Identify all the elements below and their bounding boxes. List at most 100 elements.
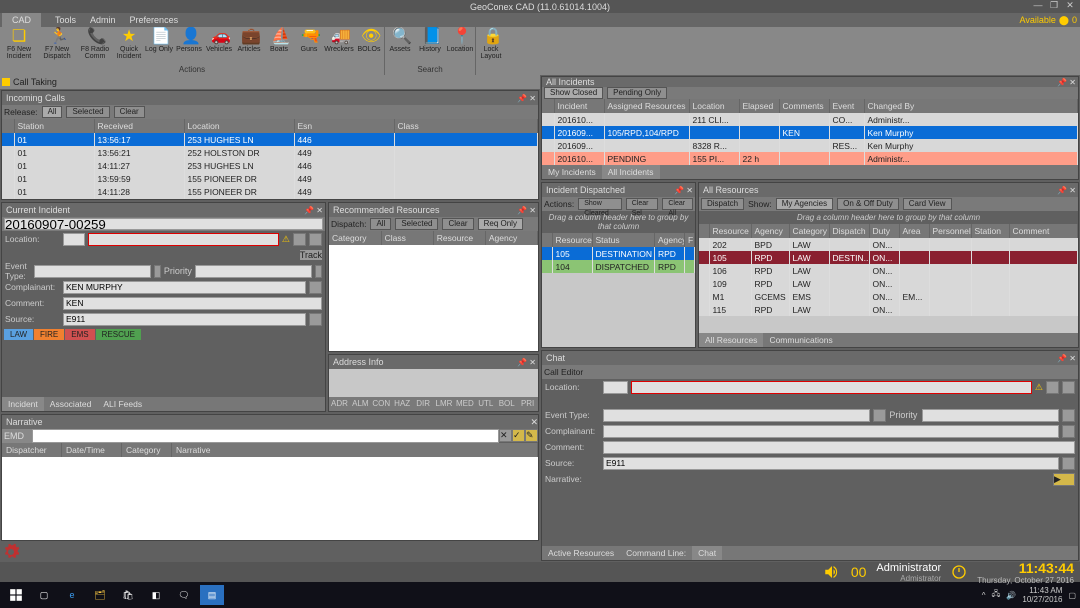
table-row[interactable]: 105DESTINATIONRPD [542, 247, 695, 260]
taskview-icon[interactable]: ▢ [32, 585, 56, 605]
table-row[interactable]: 201609...8328 R...RES...Ken Murphy [542, 139, 1078, 152]
pending-only-button[interactable]: Pending Only [607, 87, 667, 99]
onoff-button[interactable]: On & Off Duty [837, 198, 899, 210]
app3-icon[interactable]: ▤ [200, 585, 224, 605]
menu-cad[interactable]: CAD [2, 13, 41, 27]
tab-active-resources[interactable]: Active Resources [542, 546, 620, 560]
tb-assets[interactable]: 🔍Assets [385, 27, 415, 65]
chat-comp-x[interactable] [1062, 425, 1075, 438]
table-row[interactable]: 201610...PENDING155 PI...22 hAdministr..… [542, 152, 1078, 165]
tb-bolos[interactable]: 👁BOLOs [354, 27, 384, 65]
chat-submit-button[interactable]: ▶ [1053, 473, 1075, 486]
tb-history[interactable]: 📘History [415, 27, 445, 65]
tb-guns[interactable]: 🔫Guns [294, 27, 324, 65]
table-row[interactable]: 0113:56:21252 HOLSTON DR449 [2, 146, 538, 159]
tb-articles[interactable]: 💼Articles [234, 27, 264, 65]
explorer-icon[interactable]: 🗂 [88, 585, 112, 605]
emd-tab[interactable]: EMD [2, 429, 32, 443]
tray-net-icon[interactable]: 🖧 [992, 588, 1001, 602]
chat-location-input[interactable] [631, 381, 1032, 394]
disp-table[interactable]: ResourceStatusAgencyF 105DESTINATIONRPD1… [542, 233, 695, 273]
chat-loc-btn1[interactable] [1046, 381, 1059, 394]
narr-close-icon[interactable]: ✕ [530, 417, 538, 428]
ai-table[interactable]: Incident Assigned Resources Location Ela… [542, 99, 1078, 165]
panel-close-icon[interactable]: ✕ [686, 186, 693, 195]
loc-prefix-input[interactable] [63, 233, 85, 246]
loc-btn1[interactable] [293, 233, 306, 246]
panel-close-icon[interactable]: ✕ [529, 94, 536, 103]
table-row[interactable]: 0114:11:27253 HUGHES LN446 [2, 159, 538, 172]
table-row[interactable]: 0114:00:01262 N RIDGEVIEW RD209 [2, 198, 538, 199]
abbr-haz[interactable]: HAZ [392, 397, 413, 411]
table-row[interactable]: 202BPDLAWON... [699, 238, 1078, 251]
table-row[interactable]: 201610...211 CLI...CO...Administr... [542, 113, 1078, 126]
table-row[interactable]: 115RPDLAWON... [699, 303, 1078, 316]
power-icon[interactable] [951, 564, 967, 580]
abbr-med[interactable]: MED [454, 397, 475, 411]
priority-icon[interactable] [315, 265, 322, 278]
release-selected-button[interactable]: Selected [66, 106, 109, 118]
table-row[interactable]: 0113:59:59155 PIONEER DR449 [2, 172, 538, 185]
table-row[interactable]: 106RPDLAWON... [699, 264, 1078, 277]
panel-close-icon[interactable]: ✕ [1069, 354, 1076, 363]
tab-chat[interactable]: Chat [692, 546, 722, 560]
restore-button[interactable]: ❐ [1048, 0, 1060, 11]
pin-icon[interactable]: 📌 [1057, 186, 1067, 195]
tag-ems[interactable]: EMS [65, 329, 94, 340]
tab-all-incidents[interactable]: All Incidents [602, 165, 660, 179]
chat-event-input[interactable] [603, 409, 870, 422]
pin-icon[interactable]: 📌 [304, 206, 314, 215]
panel-close-icon[interactable]: ✕ [1069, 78, 1076, 87]
release-all-button[interactable]: All [42, 106, 63, 118]
narr-clear-icon[interactable]: ✕ [499, 429, 512, 442]
source-clear-icon[interactable] [309, 313, 322, 326]
chat-priority-input[interactable] [922, 409, 1059, 422]
table-row[interactable]: 109RPDLAWON... [699, 277, 1078, 290]
tab-ali[interactable]: ALI Feeds [97, 397, 148, 411]
tb-quick-incident[interactable]: ★Quick Incident [114, 27, 144, 65]
chat-source-x[interactable] [1062, 457, 1075, 470]
narr-edit-icon[interactable]: ✎ [525, 429, 538, 442]
disp-req-button[interactable]: Req Only [478, 218, 523, 230]
table-row[interactable]: 0114:11:28155 PIONEER DR449 [2, 185, 538, 198]
release-clear-button[interactable]: Clear [114, 106, 145, 118]
panel-close-icon[interactable]: ✕ [316, 206, 323, 215]
tb-new-incident[interactable]: ❏F6 New Incident [0, 27, 38, 65]
disp-selected-button[interactable]: Selected [395, 218, 438, 230]
tray-action-center-icon[interactable]: ▢ [1068, 591, 1076, 600]
menu-preferences[interactable]: Preferences [130, 15, 179, 25]
abbr-pri[interactable]: PRI [517, 397, 538, 411]
close-button[interactable]: ✕ [1064, 0, 1076, 11]
complainant-clear-icon[interactable] [309, 281, 322, 294]
minimize-button[interactable]: — [1032, 0, 1044, 11]
tray-vol-icon[interactable]: 🔊 [1006, 591, 1016, 600]
tab-associated[interactable]: Associated [44, 397, 98, 411]
app1-icon[interactable]: ◧ [144, 585, 168, 605]
tray-up-icon[interactable]: ^ [982, 591, 986, 600]
tb-vehicles[interactable]: 🚗Vehicles [204, 27, 234, 65]
disp-clear-button[interactable]: Clear [442, 218, 473, 230]
tab-cmdline[interactable]: Command Line: [620, 546, 692, 560]
tag-law[interactable]: LAW [4, 329, 33, 340]
show-cleared-button[interactable]: Show Cleared [578, 198, 621, 210]
tab-incident[interactable]: Incident [2, 397, 44, 411]
tb-wreckers[interactable]: 🚚Wreckers [324, 27, 354, 65]
tab-all-resources[interactable]: All Resources [699, 333, 763, 347]
abbr-adr[interactable]: ADR [329, 397, 350, 411]
panel-close-icon[interactable]: ✕ [529, 358, 536, 367]
incoming-table[interactable]: Station Received Location Esn Class 0113… [2, 119, 538, 199]
cardview-button[interactable]: Card View [903, 198, 952, 210]
tag-rescue[interactable]: RESCUE [96, 329, 141, 340]
abbr-alm[interactable]: ALM [350, 397, 371, 411]
table-row[interactable]: M1GCEMSEMSON...EM... [699, 290, 1078, 303]
menu-tools[interactable]: Tools [55, 15, 76, 25]
pin-icon[interactable]: 📌 [517, 206, 527, 215]
pin-icon[interactable]: 📌 [1057, 354, 1067, 363]
tb-radio-comm[interactable]: 📞F8 Radio Comm [76, 27, 114, 65]
chat-source-input[interactable] [603, 457, 1059, 470]
pin-icon[interactable]: 📌 [517, 358, 527, 367]
complainant-input[interactable] [63, 281, 306, 294]
abbr-lmr[interactable]: LMR [434, 397, 455, 411]
clear-all-button[interactable]: Clear All [662, 198, 693, 210]
tb-persons[interactable]: 👤Persons [174, 27, 204, 65]
